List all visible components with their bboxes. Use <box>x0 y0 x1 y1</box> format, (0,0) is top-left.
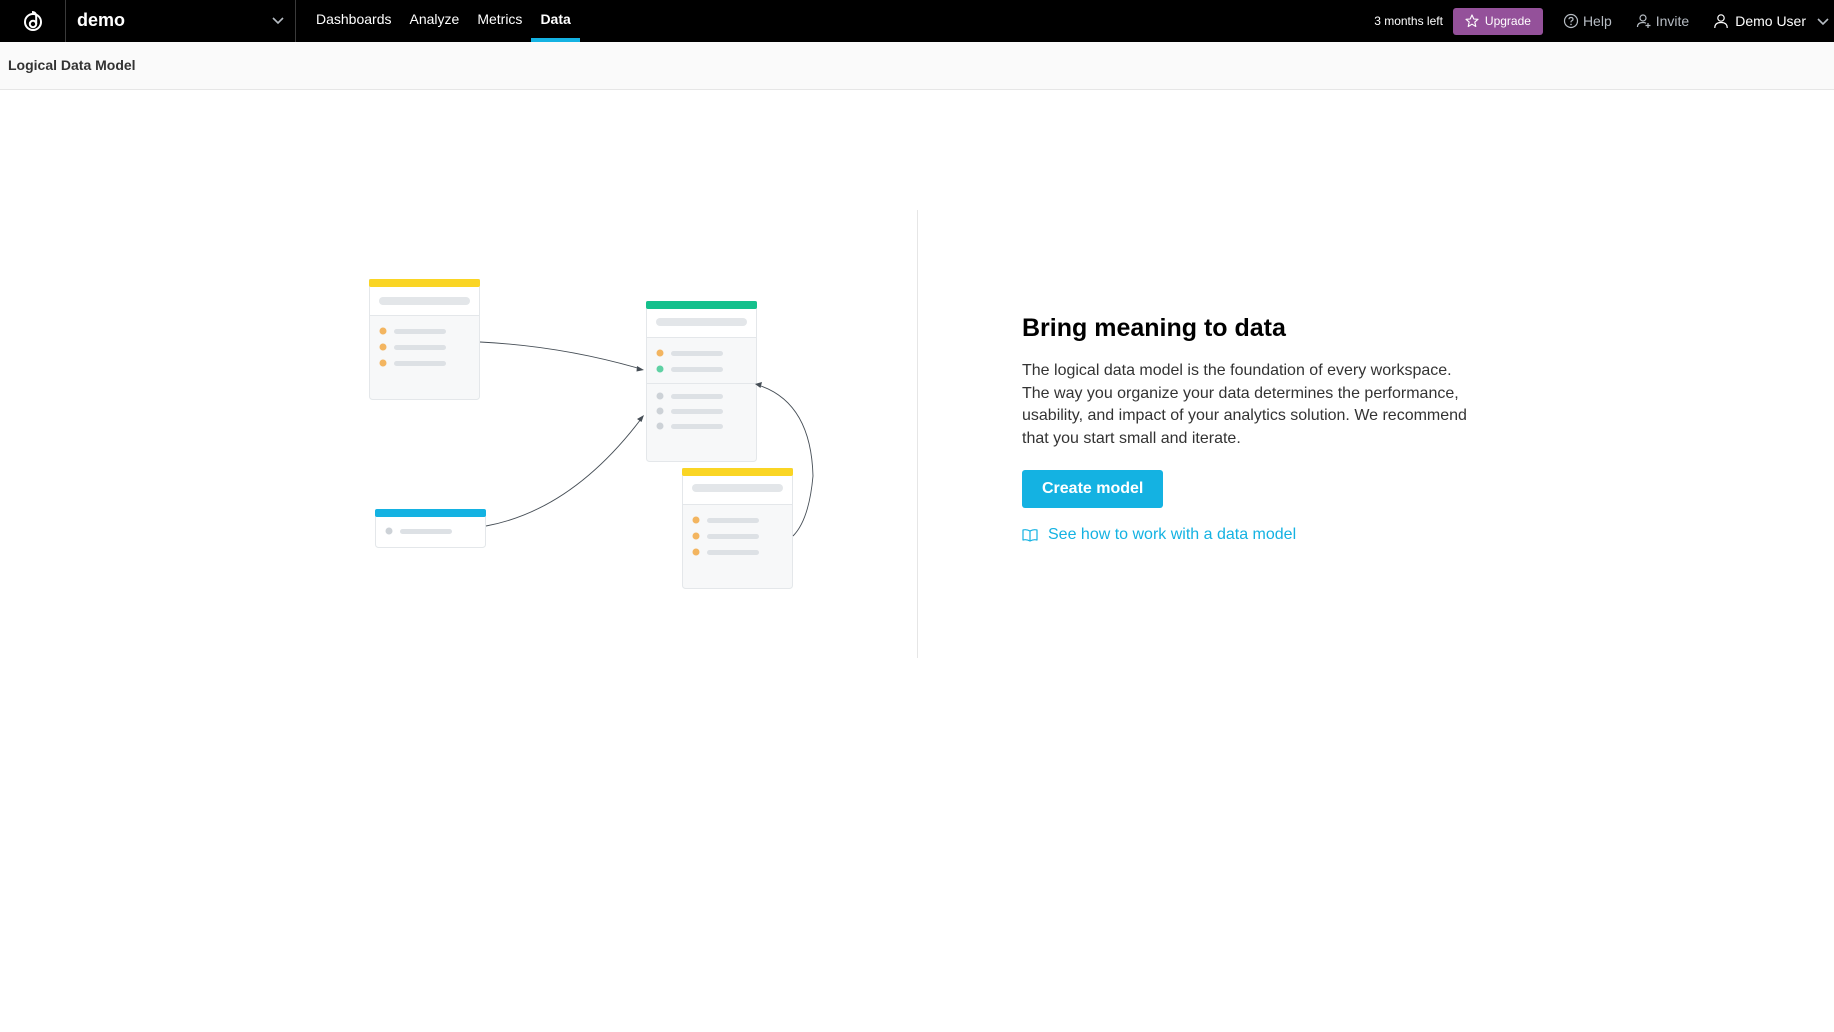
help-button[interactable]: Help <box>1563 13 1612 29</box>
help-label: Help <box>1582 13 1612 29</box>
nav-dashboards[interactable]: Dashboards <box>307 0 401 42</box>
star-icon <box>1465 14 1479 28</box>
invite-label: Invite <box>1655 13 1690 29</box>
chevron-down-icon <box>272 17 284 25</box>
add-person-icon <box>1636 14 1651 28</box>
person-icon <box>1714 14 1729 29</box>
trial-remaining: 3 months left <box>1374 14 1443 28</box>
nav-analyze[interactable]: Analyze <box>401 0 469 42</box>
illustration-card-green <box>646 301 757 462</box>
nav-metrics[interactable]: Metrics <box>468 0 531 42</box>
nav-data[interactable]: Data <box>531 0 581 42</box>
content-divider <box>917 210 918 658</box>
empty-state-description: The logical data model is the foundation… <box>1022 362 1467 447</box>
app-logo[interactable] <box>0 0 66 42</box>
data-model-help-link[interactable]: See how to work with a data model <box>1022 526 1482 544</box>
main-nav: Dashboards Analyze Metrics Data <box>307 0 581 42</box>
create-model-button[interactable]: Create model <box>1022 470 1164 508</box>
upgrade-button[interactable]: Upgrade <box>1452 7 1543 35</box>
chevron-down-icon <box>1817 18 1829 26</box>
gooddata-logo-icon <box>23 11 42 31</box>
illustration-card-yellow-top <box>369 279 480 400</box>
page-header: Logical Data Model <box>0 42 1834 90</box>
user-name: Demo User <box>1735 13 1806 29</box>
top-bar: demo Dashboards Analyze Metrics Data 3 m… <box>0 0 1834 42</box>
upgrade-label: Upgrade <box>1484 14 1531 28</box>
empty-state-heading: Bring meaning to data <box>1022 314 1286 342</box>
question-circle-icon <box>1563 13 1579 29</box>
illustration-card-yellow-bottom <box>682 468 793 589</box>
workspace-picker[interactable]: demo <box>66 0 296 42</box>
help-link-label: See how to work with a data model <box>1048 526 1297 543</box>
invite-button[interactable]: Invite <box>1636 13 1689 29</box>
page-title: Logical Data Model <box>8 57 136 73</box>
data-model-illustration <box>369 279 814 589</box>
workspace-name: demo <box>77 10 126 30</box>
illustration-card-blue <box>375 509 486 548</box>
top-right-actions: 3 months left Upgrade Help Invite Demo U… <box>1374 0 1834 42</box>
empty-state: Bring meaning to data The logical data m… <box>1022 310 1482 544</box>
book-icon <box>1022 529 1038 542</box>
user-menu[interactable]: Demo User <box>1713 13 1830 29</box>
